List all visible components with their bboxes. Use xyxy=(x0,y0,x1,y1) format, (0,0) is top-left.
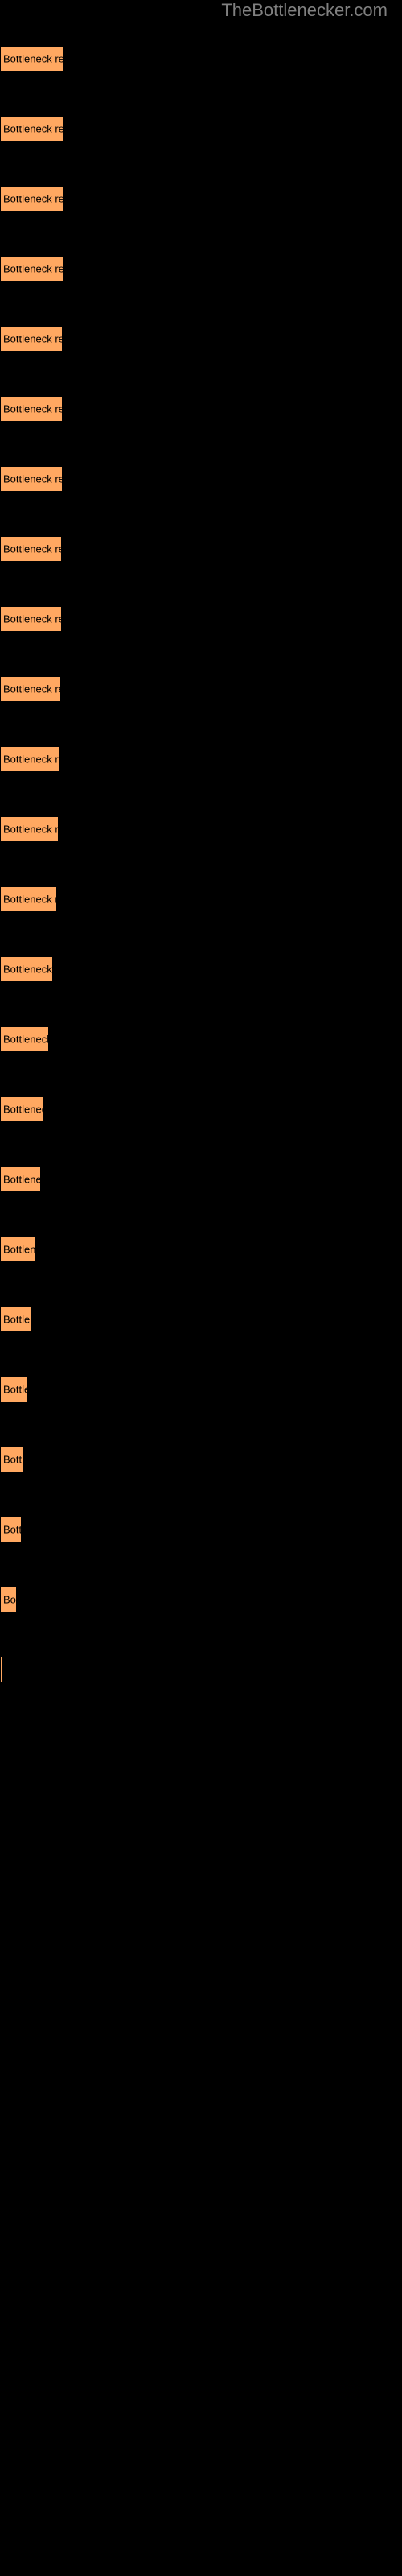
bar-label: Bottleneck result xyxy=(3,192,63,205)
bar[interactable]: Bottleneck result xyxy=(0,396,63,422)
bar[interactable]: Bottleneck result xyxy=(0,746,60,772)
bar[interactable]: Bottleneck result xyxy=(0,186,64,212)
bar-label: Bottleneck result xyxy=(3,1243,35,1256)
bar-label: Bottleneck result xyxy=(3,1103,43,1116)
bar-label: Bottleneck result xyxy=(3,1313,31,1326)
bar-label: Bottleneck result xyxy=(3,613,61,625)
bar[interactable]: Bottleneck result xyxy=(0,466,63,492)
bar-label: Bottleneck result xyxy=(3,1593,16,1606)
bar[interactable]: Bottleneck result xyxy=(0,1096,44,1122)
bar[interactable]: Bottleneck result xyxy=(0,326,63,352)
bar-label: Bottleneck result xyxy=(3,332,62,345)
bar[interactable]: Bottleneck result xyxy=(0,676,61,702)
bar-label: Bottleneck result xyxy=(3,543,61,555)
bar-label: Bottleneck result xyxy=(3,963,52,976)
bar-label: Bottleneck result xyxy=(3,52,63,65)
bar-label: Bottleneck result xyxy=(3,753,59,766)
bar-label: Bottleneck result xyxy=(3,1523,22,1536)
bar[interactable]: Bottleneck result xyxy=(0,1236,35,1262)
bar[interactable]: Bottleneck result xyxy=(0,536,62,562)
bar-label: Bottleneck result xyxy=(3,823,59,836)
bar-label: Bottleneck result xyxy=(3,1453,24,1466)
bar[interactable]: Bottleneck result xyxy=(0,1026,49,1052)
bar[interactable]: Bottleneck result xyxy=(0,1657,2,1682)
bar[interactable]: Bottleneck result xyxy=(0,886,57,912)
bar-label: Bottleneck result xyxy=(3,473,62,485)
bar-label: Bottleneck result xyxy=(3,402,62,415)
bar-label: Bottleneck result xyxy=(3,262,63,275)
bar[interactable]: Bottleneck result xyxy=(0,1587,17,1612)
bar[interactable]: Bottleneck result xyxy=(0,1307,32,1332)
bar-label: Bottleneck result xyxy=(3,1383,27,1396)
bar-label: Bottleneck result xyxy=(3,683,60,696)
bar-chart: Bottleneck result Bottleneck result Bottle… xyxy=(0,0,402,1707)
bar-label: Bottleneck result xyxy=(3,893,56,906)
bar[interactable]: Bottleneck result xyxy=(0,116,64,142)
bar[interactable]: Bottleneck result xyxy=(0,1377,27,1402)
bar-label: Bottleneck result xyxy=(3,1033,49,1046)
bar[interactable]: Bottleneck result xyxy=(0,46,64,72)
bar-label: Bottleneck result xyxy=(3,1173,41,1186)
bar-label: Bottleneck result xyxy=(3,122,63,135)
bar[interactable]: Bottleneck result xyxy=(0,1166,41,1192)
bar[interactable]: Bottleneck result xyxy=(0,816,59,842)
bar[interactable]: Bottleneck result xyxy=(0,256,64,282)
bar[interactable]: Bottleneck result xyxy=(0,956,53,982)
bar[interactable]: Bottleneck result xyxy=(0,1517,22,1542)
bar[interactable]: Bottleneck result xyxy=(0,1447,24,1472)
bar[interactable]: Bottleneck result xyxy=(0,606,62,632)
